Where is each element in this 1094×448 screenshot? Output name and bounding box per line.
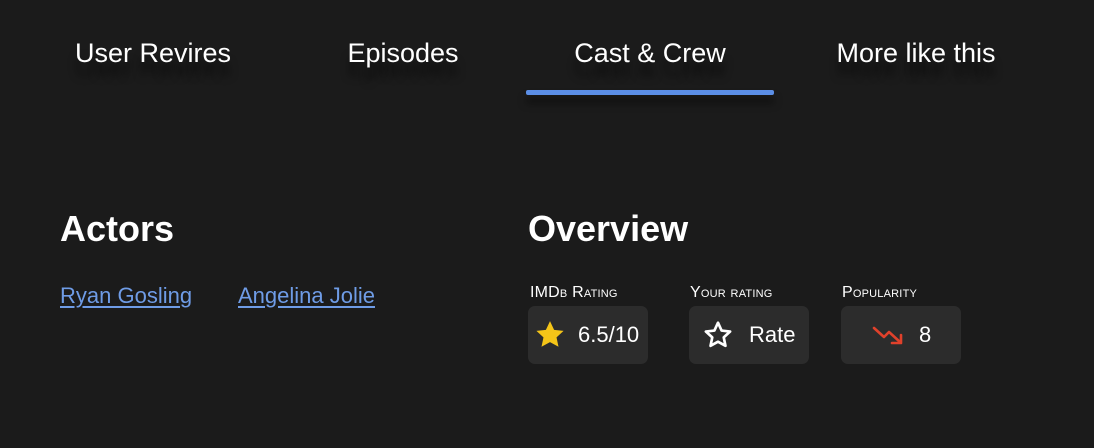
star-outline-icon [701, 318, 735, 352]
trend-down-icon [871, 320, 905, 350]
popularity-label: Popularity [842, 284, 918, 301]
your-rating-label: Your rating [690, 284, 773, 301]
actor-link-ryan-gosling[interactable]: Ryan Gosling [60, 283, 192, 309]
tab-bar: User Revires Episodes Cast & Crew More l… [30, 30, 1030, 102]
imdb-rating-box: 6.5/10 [528, 306, 648, 364]
popularity-box: 8 [841, 306, 961, 364]
popularity-value: 8 [919, 322, 932, 347]
overview-heading: Overview [528, 208, 689, 249]
tab-user-reviews[interactable]: User Revires [42, 30, 264, 96]
imdb-rating-label: IMDb Rating [530, 284, 618, 301]
active-tab-indicator [526, 90, 774, 95]
actors-heading: Actors [60, 208, 175, 249]
tab-episodes[interactable]: Episodes [292, 30, 514, 96]
tab-more-like-this[interactable]: More like this [796, 30, 1036, 96]
star-filled-icon [532, 317, 568, 353]
rate-label: Rate [749, 322, 796, 347]
actor-link-angelina-jolie[interactable]: Angelina Jolie [238, 283, 375, 309]
rate-button[interactable]: Rate [689, 306, 809, 364]
imdb-rating-value: 6.5/10 [578, 322, 640, 347]
tab-cast-and-crew[interactable]: Cast & Crew [526, 30, 774, 96]
